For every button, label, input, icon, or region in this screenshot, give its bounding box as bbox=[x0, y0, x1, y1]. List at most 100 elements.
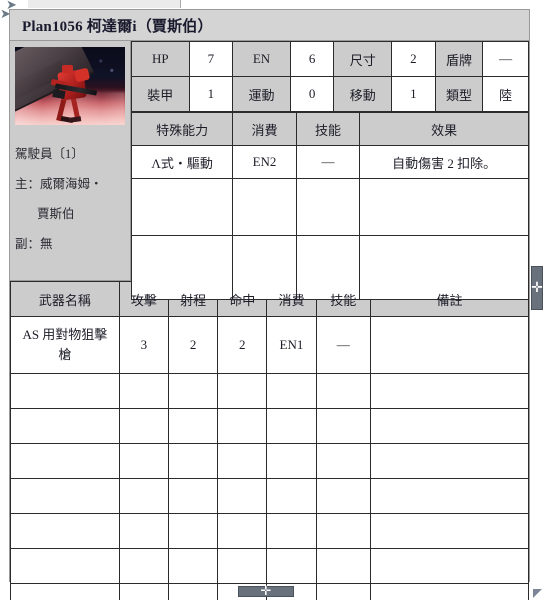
weapon-hit bbox=[217, 548, 268, 584]
weapon-note bbox=[369, 548, 530, 584]
ability-skill: — bbox=[295, 145, 361, 179]
weapon-note bbox=[369, 513, 530, 549]
weapon-skill bbox=[315, 408, 371, 444]
top-strip bbox=[28, 0, 181, 8]
weapon-cost bbox=[266, 478, 317, 514]
weapon-row bbox=[10, 443, 530, 479]
stat-label-size: 尺寸 bbox=[333, 41, 392, 77]
weapon-range bbox=[167, 373, 219, 409]
stat-label-armor: 裝甲 bbox=[131, 76, 190, 112]
weapon-note bbox=[369, 316, 530, 374]
weapon-row bbox=[10, 513, 530, 549]
weapon-note bbox=[369, 583, 530, 600]
stats-row: HP 7 EN 6 尺寸 2 盾牌 — bbox=[131, 41, 529, 77]
weapon-note bbox=[369, 408, 530, 444]
weapon-skill bbox=[315, 548, 371, 584]
abilities-col-cost: 消費 bbox=[232, 112, 297, 146]
stat-value-mobility: 0 bbox=[289, 76, 335, 112]
vertical-scrollbar-thumb[interactable]: ✛ bbox=[531, 266, 543, 310]
unit-sheet-card: Plan1056 柯達爾i（賈斯伯） 駕駛員〔1〕 主：威爾海姆・ 賈斯伯 副：… bbox=[9, 9, 530, 600]
weapon-hit bbox=[217, 443, 268, 479]
weapon-row bbox=[10, 373, 530, 409]
stat-label-movement: 移動 bbox=[333, 76, 392, 112]
weapon-note bbox=[369, 478, 530, 514]
weapon-skill bbox=[315, 513, 371, 549]
ability-name: Λ式・驅動 bbox=[130, 145, 234, 179]
weapon-range bbox=[167, 583, 219, 600]
weapon-attack bbox=[118, 443, 169, 479]
vertical-scrollbar-track[interactable]: ✛ bbox=[530, 0, 544, 592]
abilities-col-effect: 效果 bbox=[359, 112, 529, 146]
weapon-range bbox=[167, 408, 219, 444]
stat-label-type: 類型 bbox=[434, 76, 484, 112]
stat-value-type: 陸 bbox=[482, 76, 529, 112]
ability-row: Λ式・驅動 EN2 — 自動傷害 2 扣除。 bbox=[130, 145, 529, 179]
stat-value-en: 6 bbox=[289, 41, 335, 77]
pilot-main-label: 主：威爾海姆・ bbox=[15, 177, 103, 191]
weapon-name bbox=[10, 583, 120, 600]
stats-row: 裝甲 1 運動 0 移動 1 類型 陸 bbox=[131, 76, 529, 112]
title-bar: Plan1056 柯達爾i（賈斯伯） bbox=[10, 10, 529, 41]
mecha-artwork-image bbox=[15, 47, 125, 125]
abilities-header-row: 特殊能力 消費 技能 效果 bbox=[130, 112, 529, 146]
weapon-attack bbox=[118, 373, 169, 409]
page-title: Plan1056 柯達爾i（賈斯伯） bbox=[22, 18, 213, 35]
weapon-cost bbox=[266, 548, 317, 584]
weapon-range: 2 bbox=[167, 316, 219, 374]
weapon-name bbox=[10, 443, 120, 479]
pilot-count-label: 駕駛員〔1〕 bbox=[15, 147, 84, 161]
portrait-panel: 駕駛員〔1〕 主：威爾海姆・ 賈斯伯 副：無 bbox=[10, 41, 131, 280]
weapon-range bbox=[167, 443, 219, 479]
upper-section: 駕駛員〔1〕 主：威爾海姆・ 賈斯伯 副：無 HP 7 EN 6 尺寸 2 盾牌… bbox=[10, 41, 529, 300]
ability-effect: 自動傷害 2 扣除。 bbox=[359, 145, 529, 179]
stat-value-hp: 7 bbox=[188, 41, 234, 77]
stat-value-movement: 1 bbox=[391, 76, 436, 112]
stat-value-shield: — bbox=[482, 41, 529, 77]
weapon-range bbox=[167, 513, 219, 549]
weapon-cost bbox=[266, 443, 317, 479]
weapon-cost bbox=[266, 408, 317, 444]
weapon-hit bbox=[217, 513, 268, 549]
weapon-name bbox=[10, 548, 120, 584]
stats-table: HP 7 EN 6 尺寸 2 盾牌 — 裝甲 1 運動 0 移動 1 類型 陸 bbox=[131, 41, 529, 112]
weapon-note bbox=[369, 443, 530, 479]
stat-label-shield: 盾牌 bbox=[434, 41, 484, 77]
weapon-attack bbox=[118, 478, 169, 514]
weapon-attack bbox=[118, 583, 169, 600]
weapon-name bbox=[10, 478, 120, 514]
weapon-skill bbox=[315, 443, 371, 479]
stat-label-hp: HP bbox=[131, 41, 190, 77]
move-cross-icon: ✛ bbox=[260, 583, 272, 599]
weapon-cost bbox=[266, 373, 317, 409]
abilities-table: 特殊能力 消費 技能 效果 Λ式・驅動 EN2 — 自動傷害 2 扣除。 bbox=[130, 112, 529, 300]
weapons-col-name: 武器名稱 bbox=[10, 281, 120, 317]
weapon-row bbox=[10, 548, 530, 584]
weapon-hit bbox=[217, 373, 268, 409]
horizontal-scrollbar-thumb[interactable]: ✛ bbox=[238, 583, 294, 599]
stat-label-en: EN bbox=[232, 41, 291, 77]
stat-value-armor: 1 bbox=[188, 76, 234, 112]
resize-corner-marker[interactable] bbox=[533, 589, 542, 598]
weapon-name bbox=[10, 373, 120, 409]
weapon-skill bbox=[315, 478, 371, 514]
weapon-attack bbox=[118, 548, 169, 584]
move-cross-icon: ✛ bbox=[531, 280, 543, 296]
weapon-range bbox=[167, 548, 219, 584]
pilot-sub-label: 副：無 bbox=[15, 237, 53, 251]
screenshot-root: ➤ ➤ Plan1056 柯達爾i（賈斯伯） 駕駛員〔1〕 主：威爾海姆・ 賈斯… bbox=[0, 0, 544, 600]
weapon-note bbox=[369, 373, 530, 409]
ability-cost bbox=[232, 178, 297, 236]
weapon-range bbox=[167, 478, 219, 514]
weapon-cost bbox=[266, 513, 317, 549]
pilot-main-continued: 賈斯伯 bbox=[37, 207, 75, 221]
pilot-info: 駕駛員〔1〕 主：威爾海姆・ 賈斯伯 副：無 bbox=[15, 139, 125, 259]
weapon-hit: 2 bbox=[217, 316, 268, 374]
stat-label-mobility: 運動 bbox=[232, 76, 291, 112]
weapon-attack bbox=[118, 513, 169, 549]
weapon-name bbox=[10, 513, 120, 549]
weapon-row: AS 用對物狙擊槍 3 2 2 EN1 — bbox=[10, 316, 530, 374]
weapon-attack: 3 bbox=[118, 316, 169, 374]
weapon-hit bbox=[217, 408, 268, 444]
weapon-name bbox=[10, 408, 120, 444]
stats-and-abilities: HP 7 EN 6 尺寸 2 盾牌 — 裝甲 1 運動 0 移動 1 類型 陸 … bbox=[130, 41, 529, 300]
